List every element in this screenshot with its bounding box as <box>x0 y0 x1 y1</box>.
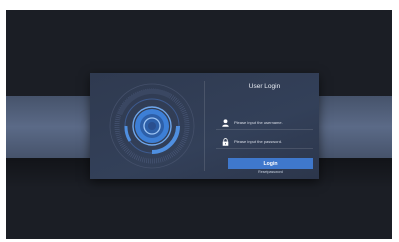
login-screen: User Login Login Resetpassword <box>6 10 392 239</box>
password-input[interactable] <box>234 137 312 146</box>
panel-divider <box>204 81 205 171</box>
login-button[interactable]: Login <box>228 158 313 169</box>
username-input[interactable] <box>234 118 312 127</box>
login-title: User Login <box>248 83 281 90</box>
username-field <box>216 117 313 130</box>
lock-icon <box>222 138 229 146</box>
password-field <box>216 136 313 149</box>
radar-decoration <box>109 83 195 169</box>
user-icon <box>222 119 229 127</box>
login-panel: User Login Login Resetpassword <box>90 73 319 179</box>
reset-password-link[interactable]: Resetpassword <box>228 170 313 174</box>
login-form: User Login Login Resetpassword <box>216 73 313 179</box>
